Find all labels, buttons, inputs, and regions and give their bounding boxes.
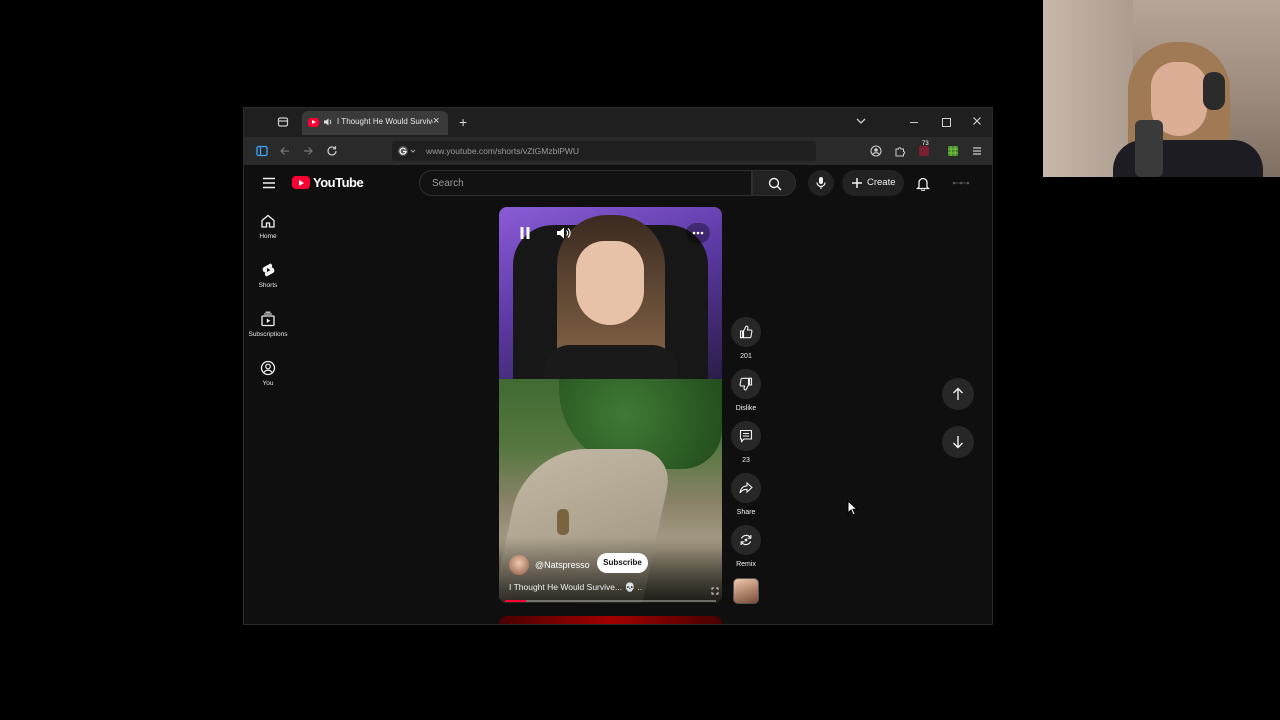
microphone-icon	[816, 176, 826, 190]
search-icon	[768, 177, 782, 191]
notifications-bell-icon[interactable]	[916, 176, 930, 191]
forward-arrow-icon[interactable]	[302, 145, 314, 157]
extension-badge-icon[interactable]: 73	[918, 141, 932, 157]
channel-name[interactable]: @Natspresso	[535, 560, 590, 570]
expand-icon[interactable]	[711, 587, 719, 595]
dislike-label: Dislike	[735, 405, 757, 412]
arrow-down-icon	[952, 435, 964, 449]
share-arrow-icon	[731, 473, 761, 503]
sidebar-item-label: You	[262, 380, 274, 387]
progress-fill	[505, 600, 527, 602]
remix-button[interactable]: Remix	[731, 525, 761, 568]
subscribe-button[interactable]: Subscribe	[597, 553, 648, 573]
thumbs-up-icon	[731, 317, 761, 347]
sound-thumbnail[interactable]	[733, 578, 759, 604]
window-close-icon[interactable]	[972, 116, 982, 126]
player-more-button[interactable]	[686, 223, 710, 243]
url-field[interactable]: www.youtube.com/shorts/vZtGMzblPWU	[392, 141, 816, 161]
sidebar-item-shorts[interactable]: Shorts	[244, 262, 292, 306]
webcam-headphones	[1203, 72, 1225, 110]
you-icon	[244, 360, 292, 376]
minimize-button[interactable]	[910, 122, 918, 123]
previous-short-button[interactable]	[942, 378, 974, 410]
sidebar-item-label: Home	[259, 233, 277, 240]
webcam-microphone	[1135, 120, 1163, 177]
sidebar-item-home[interactable]: Home	[244, 213, 292, 257]
youtube-logo-icon[interactable]	[292, 176, 310, 189]
tab-actions-icon[interactable]	[277, 116, 289, 128]
next-short-button[interactable]	[942, 426, 974, 458]
browser-menu-icon[interactable]	[971, 145, 983, 157]
share-label: Share	[736, 509, 756, 516]
search-box	[419, 170, 752, 196]
guide-menu-icon[interactable]	[262, 177, 276, 189]
more-horizontal-icon	[692, 231, 704, 235]
like-count: 201	[740, 353, 752, 360]
new-tab-button[interactable]: +	[459, 114, 467, 130]
video-character	[557, 509, 569, 535]
youtube-header: YouTube Create	[244, 165, 992, 201]
comment-count: 23	[742, 457, 750, 464]
extension-grid-icon[interactable]	[947, 145, 959, 157]
search-button[interactable]	[752, 170, 796, 196]
site-info-icon[interactable]	[397, 145, 417, 157]
youtube-logo-text[interactable]: YouTube	[313, 175, 364, 190]
video-streamer-face	[576, 241, 644, 325]
extension-badge-count: 73	[922, 141, 929, 147]
extensions-puzzle-icon[interactable]	[894, 145, 906, 157]
search-input[interactable]	[430, 177, 734, 190]
tab-list-chevron-icon[interactable]	[856, 117, 866, 125]
webcam-overlay	[1043, 0, 1280, 177]
audio-playing-icon[interactable]	[323, 117, 333, 127]
sidebar-item-label: Shorts	[258, 282, 278, 289]
tab-bar: I Thought He Would Survive × +	[244, 108, 992, 137]
tab-title: I Thought He Would Survive	[337, 117, 433, 126]
browser-window: I Thought He Would Survive × + www.youtu…	[243, 107, 993, 625]
back-arrow-icon[interactable]	[279, 145, 291, 157]
plus-icon	[851, 177, 863, 189]
remix-icon	[731, 525, 761, 555]
subscriptions-icon	[244, 311, 292, 327]
thumbs-down-icon	[731, 369, 761, 399]
short-title[interactable]: I Thought He Would Survive... 💀 ..	[509, 582, 659, 593]
pause-icon[interactable]	[519, 226, 531, 240]
sidebar-item-label: Subscriptions	[248, 331, 288, 338]
tab-close-button[interactable]: ×	[433, 115, 439, 127]
like-button[interactable]: 201	[731, 317, 761, 360]
home-icon	[244, 213, 292, 229]
share-button[interactable]: Share	[731, 473, 761, 516]
volume-icon[interactable]	[556, 226, 571, 240]
channel-avatar[interactable]	[509, 555, 529, 575]
mini-sidebar: Home Shorts Subscriptions You	[244, 213, 292, 413]
sidebar-panel-icon[interactable]	[256, 145, 268, 157]
arrow-up-icon	[952, 387, 964, 401]
comment-icon	[731, 421, 761, 451]
next-short-preview[interactable]	[499, 616, 722, 624]
create-button[interactable]: Create	[842, 170, 904, 196]
comments-button[interactable]: 23	[731, 421, 761, 464]
remix-label: Remix	[736, 561, 756, 568]
mouse-cursor-icon	[847, 500, 859, 516]
sidebar-item-subscriptions[interactable]: Subscriptions	[244, 311, 292, 355]
shorts-player[interactable]: @Natspresso Subscribe I Thought He Would…	[499, 207, 722, 603]
address-bar: www.youtube.com/shorts/vZtGMzblPWU 73	[244, 137, 992, 165]
create-label: Create	[867, 177, 896, 188]
voice-search-button[interactable]	[808, 170, 834, 196]
dislike-button[interactable]: Dislike	[731, 369, 761, 412]
url-text: www.youtube.com/shorts/vZtGMzblPWU	[426, 146, 580, 156]
shorts-icon	[244, 262, 292, 278]
account-icon[interactable]	[870, 145, 882, 157]
sidebar-item-you[interactable]: You	[244, 360, 292, 404]
youtube-favicon-icon	[308, 118, 319, 127]
maximize-button[interactable]	[942, 118, 951, 127]
reload-icon[interactable]	[326, 145, 338, 157]
avatar-loading-icon[interactable]	[952, 181, 970, 185]
progress-bar[interactable]	[505, 600, 716, 602]
tab-youtube[interactable]: I Thought He Would Survive ×	[302, 111, 448, 135]
